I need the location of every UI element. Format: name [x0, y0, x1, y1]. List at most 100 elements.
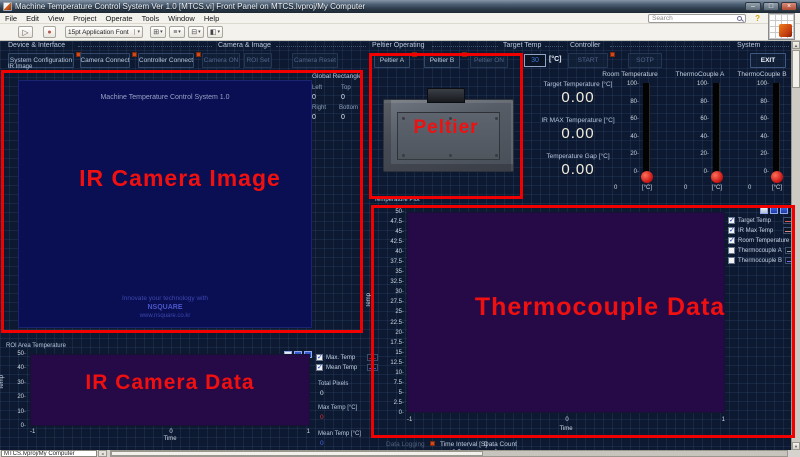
section-peltier-operating: Peltier Operating: [372, 42, 425, 49]
help-icon[interactable]: [755, 14, 760, 23]
thermometer-label: ThermoCouple A: [668, 71, 732, 78]
project-tab[interactable]: MTCS.lvproj/My Computer: [1, 450, 97, 457]
thermometer-unit: [°C]: [712, 185, 722, 191]
maximize-icon[interactable]: □: [763, 2, 779, 11]
run-button[interactable]: [18, 26, 33, 38]
reorder-dropdown[interactable]: [207, 26, 223, 38]
toolbar: 15pt Application Font: [0, 24, 800, 41]
menu-project[interactable]: Project: [73, 14, 96, 23]
menu-file[interactable]: File: [5, 14, 17, 23]
camera-connect-button[interactable]: Camera Connect: [80, 53, 130, 68]
thermometer-unit: [°C]: [642, 185, 652, 191]
divider: [516, 440, 517, 450]
front-panel: Device & Interface Camera & Image Peltie…: [0, 41, 800, 450]
button-label: START: [578, 57, 599, 64]
abort-button[interactable]: [43, 26, 56, 38]
font-selector-label: 15pt Application Font: [68, 29, 129, 36]
thermometer-value: 0: [684, 185, 687, 191]
led-indicator: [610, 52, 615, 57]
labview-logo-icon: [768, 13, 795, 40]
scrollbar-thumb[interactable]: [111, 451, 483, 456]
target-temp-unit: [°C]: [549, 56, 562, 63]
start-button[interactable]: START: [568, 53, 608, 68]
time-interval-label: Time Interval [S]: [440, 441, 487, 448]
target-temp-value: 30: [531, 57, 539, 64]
legend-item-max-temp[interactable]: Max. Temp: [316, 353, 378, 362]
button-label: Controller Connect: [139, 57, 193, 64]
divider: [610, 46, 730, 47]
mean-temp-value: 0: [320, 440, 324, 447]
horizontal-scrollbar[interactable]: [110, 450, 788, 457]
resize-objects-dropdown[interactable]: [188, 26, 204, 38]
annotation-peltier: Peltier: [369, 117, 523, 139]
roi-set-button[interactable]: ROI Set: [244, 53, 272, 68]
legend-item-mean-temp[interactable]: Mean Temp: [316, 363, 378, 372]
exit-button[interactable]: EXIT: [750, 53, 786, 68]
roi-chart-y-label: Temp: [0, 375, 5, 390]
menu-tools[interactable]: Tools: [142, 14, 160, 23]
statusbar: MTCS.lvproj/My Computer: [0, 450, 800, 457]
menu-help[interactable]: Help: [204, 14, 219, 23]
distribute-objects-dropdown[interactable]: [169, 26, 185, 38]
scrollbar-thumb[interactable]: [792, 50, 800, 88]
mean-temp-label: Mean Temp [°C]: [318, 431, 361, 437]
thermometer-scale: 100806040200: [697, 81, 709, 175]
annotation-thermocouple-data: Thermocouple Data: [440, 293, 760, 322]
section-target-temp: Target Temp: [503, 42, 541, 49]
target-temp-input[interactable]: 30: [524, 54, 546, 67]
camera-on-button[interactable]: Camera ON: [202, 53, 240, 68]
divider: [78, 46, 212, 47]
divider: [432, 46, 498, 47]
chevron-down-icon: [178, 29, 181, 35]
annotation-ir-camera-image: IR Camera Image: [30, 165, 330, 192]
camera-reset-button[interactable]: Camera Reset: [292, 53, 338, 68]
max-temp-label: Max Temp [°C]: [318, 405, 357, 411]
button-label: EXIT: [761, 57, 775, 64]
scroll-down-icon[interactable]: [792, 442, 800, 450]
chevron-down-icon: [198, 29, 201, 35]
thermometer-value: 0: [748, 185, 751, 191]
button-label: SOTP: [636, 57, 654, 64]
tab-scroll-left-icon[interactable]: [98, 450, 107, 457]
search-input[interactable]: Search: [648, 14, 746, 23]
checkbox-icon[interactable]: [316, 354, 323, 361]
thermometer-unit: [°C]: [772, 185, 782, 191]
thermometer-bulb: [641, 171, 653, 183]
annotation-box-ir-image: [1, 70, 363, 333]
roi-chart-x-label: Time: [30, 436, 310, 442]
button-label: Camera Connect: [80, 57, 129, 64]
thermometer-bar: [643, 83, 650, 174]
close-icon[interactable]: ×: [781, 2, 797, 11]
max-temp-value: 0: [320, 414, 324, 421]
thermometer-a: ThermoCouple A 100806040200 0 [°C]: [668, 71, 732, 191]
checkbox-icon[interactable]: [316, 364, 323, 371]
menubar: File Edit View Project Operate Tools Win…: [0, 13, 800, 24]
total-pixels-value: 0: [320, 390, 324, 397]
font-selector[interactable]: 15pt Application Font: [65, 26, 143, 38]
controller-connect-button[interactable]: Controller Connect: [138, 53, 194, 68]
menu-view[interactable]: View: [48, 14, 64, 23]
divider: [545, 46, 563, 47]
roi-chart-y-axis: 50403020100: [6, 351, 26, 429]
thermometer-value: 0: [614, 185, 617, 191]
button-label: System Configuration: [10, 57, 72, 64]
total-pixels-label: Total Pixels: [318, 381, 348, 387]
sotp-button[interactable]: SOTP: [628, 53, 662, 68]
divider: [276, 46, 366, 47]
menu-edit[interactable]: Edit: [26, 14, 39, 23]
scroll-up-icon[interactable]: [792, 41, 800, 49]
roi-chart-legend: Max. Temp Mean Temp: [316, 353, 378, 372]
thermometer-label: Room Temperature: [598, 71, 662, 78]
align-objects-dropdown[interactable]: [150, 26, 166, 38]
divider: [764, 46, 789, 47]
legend-label: Max. Temp: [326, 355, 364, 361]
minimize-icon[interactable]: –: [745, 2, 761, 11]
menu-operate[interactable]: Operate: [106, 14, 133, 23]
thermometer-bulb: [711, 171, 723, 183]
thermometer-room: Room Temperature 100806040200 0 [°C]: [598, 71, 662, 191]
menu-window[interactable]: Window: [168, 14, 195, 23]
window-title: Machine Temperature Control System Ver 1…: [15, 2, 742, 11]
roi-chart-x-axis: -101: [30, 429, 310, 435]
chevron-down-icon: [134, 29, 140, 35]
led-indicator: [196, 52, 201, 57]
